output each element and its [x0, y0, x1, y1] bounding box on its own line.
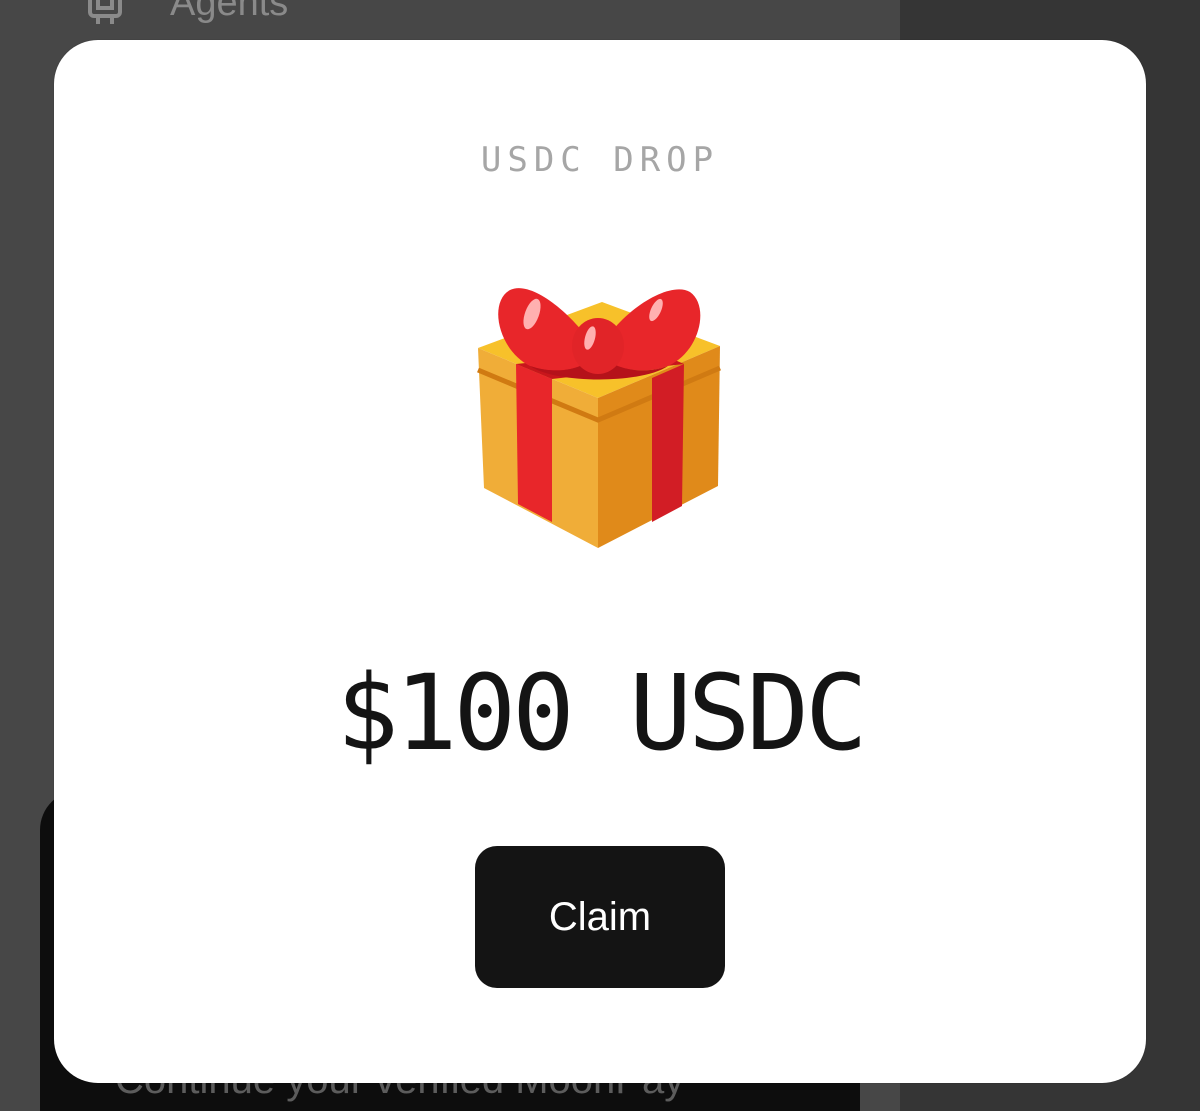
drop-amount: $100 USDC	[336, 652, 868, 774]
sidebar-item-agents: Agents	[80, 0, 288, 28]
sidebar-item-label: Agents	[170, 0, 289, 24]
chip-icon	[88, 0, 122, 24]
wrapped-gift-icon	[477, 288, 721, 548]
app-stage: Agents Continue your verified MoonPay US…	[0, 0, 1200, 1111]
claim-button[interactable]: Claim	[475, 846, 725, 988]
usdc-drop-modal: USDC DROP $100 USDC Claim	[54, 40, 1146, 1083]
modal-eyebrow: USDC DROP	[480, 140, 720, 180]
